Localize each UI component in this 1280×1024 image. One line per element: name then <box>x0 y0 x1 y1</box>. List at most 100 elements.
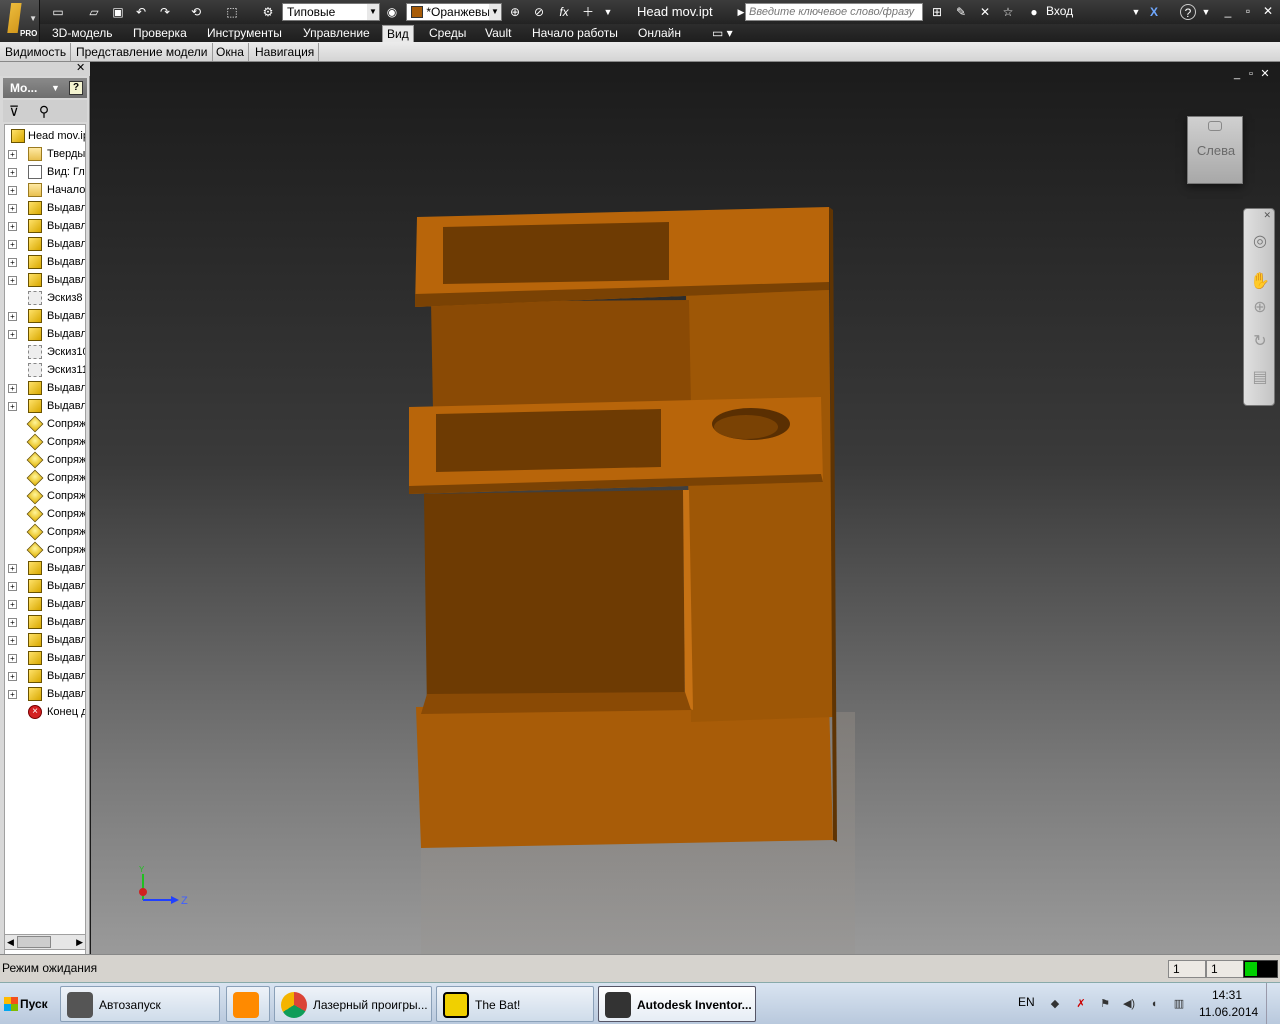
tree-node[interactable]: + Начало <box>5 181 85 199</box>
expand-plus-icon[interactable]: + <box>8 564 17 573</box>
scroll-left-icon[interactable]: ◀ <box>7 937 14 948</box>
tab-manage[interactable]: Управление <box>299 25 374 42</box>
close-icon[interactable]: ✕ <box>1263 210 1271 221</box>
view-face-icon[interactable]: ▤ <box>1249 367 1271 389</box>
expand-plus-icon[interactable]: + <box>8 618 17 627</box>
expand-plus-icon[interactable]: + <box>8 204 17 213</box>
viewcube[interactable]: Слева <box>1187 116 1243 184</box>
expand-plus-icon[interactable]: + <box>8 384 17 393</box>
expand-plus-icon[interactable]: + <box>8 654 17 663</box>
network-icon[interactable]: ▥ <box>1172 997 1186 1011</box>
model-tree[interactable]: Head mov.ipt + Тверды + Вид: Гл + Начало + Выда… <box>4 124 86 994</box>
steering-wheel-icon[interactable]: ◎ <box>1249 231 1271 253</box>
show-desktop-button[interactable] <box>1266 983 1280 1024</box>
antivirus-shield-icon[interactable]: ◆ <box>1048 997 1062 1011</box>
expand-plus-icon[interactable]: + <box>8 168 17 177</box>
panel-model-appearance[interactable]: Представление модели <box>72 43 213 61</box>
tree-node[interactable]: Сопряж <box>5 415 85 433</box>
panel-navigation[interactable]: Навигация <box>251 43 320 61</box>
ribbon-minimize-icon[interactable]: ▭ ▾ <box>708 25 737 42</box>
tree-node[interactable]: Сопряж <box>5 433 85 451</box>
taskbar-item-autorun[interactable]: Автозапуск <box>60 986 220 1022</box>
tree-node[interactable]: + Выдавл <box>5 307 85 325</box>
tree-node[interactable]: + Выдавл <box>5 217 85 235</box>
action-center-icon[interactable]: ⚑ <box>1098 997 1112 1011</box>
pan-hand-icon[interactable]: ✋ <box>1249 271 1271 293</box>
minimize-icon[interactable]: _ <box>1218 3 1238 19</box>
add-icon[interactable]: ＋ <box>580 4 596 20</box>
tree-node[interactable]: + Выдавл <box>5 613 85 631</box>
help-icon[interactable]: ? <box>1180 4 1196 20</box>
expand-plus-icon[interactable]: + <box>8 600 17 609</box>
select-icon[interactable]: ⬚ <box>224 4 240 20</box>
tree-node[interactable]: Сопряж <box>5 487 85 505</box>
binoculars-icon[interactable]: ⊞ <box>929 4 945 20</box>
tab-3d-model[interactable]: 3D-модель <box>48 25 117 42</box>
undo-icon[interactable]: ↶ <box>133 4 149 20</box>
graphics-window[interactable]: _ ▫ ✕ Слева ✕ ◎ ✋ ⊕ ↻ ▤ Y Z <box>91 62 1280 954</box>
expand-plus-icon[interactable]: + <box>8 330 17 339</box>
clear-appearance-icon[interactable]: ⊘ <box>531 4 547 20</box>
zoom-icon[interactable]: ⊕ <box>1249 297 1271 319</box>
tree-node[interactable]: + Выдавл <box>5 649 85 667</box>
close-icon[interactable]: ✕ <box>1258 3 1278 19</box>
redo-icon[interactable]: ↷ <box>157 4 173 20</box>
tree-node[interactable]: Сопряж <box>5 469 85 487</box>
color-combo[interactable]: *Оранжевы ▼ <box>406 3 502 21</box>
orbit-icon[interactable]: ↻ <box>1249 331 1271 353</box>
filter-icon[interactable]: ⊽ <box>5 102 23 120</box>
measure-icon[interactable]: ⊕ <box>507 4 523 20</box>
maximize-icon[interactable]: ▫ <box>1238 3 1258 19</box>
tree-node[interactable]: Эскиз8 <box>5 289 85 307</box>
search-input[interactable]: Введите ключевое слово/фразу <box>745 3 923 21</box>
login-link[interactable]: Вход <box>1046 4 1073 18</box>
scroll-thumb[interactable] <box>17 936 51 948</box>
tree-node[interactable]: Эскиз11 <box>5 361 85 379</box>
tree-node[interactable]: Сопряж <box>5 541 85 559</box>
update-icon[interactable]: ⟲ <box>188 4 204 20</box>
tree-node[interactable]: Сопряж <box>5 451 85 469</box>
open-folder-icon[interactable]: ▱ <box>86 4 102 20</box>
help-chevron-icon[interactable]: ▼ <box>1198 4 1214 20</box>
tree-node[interactable]: + Выдавл <box>5 199 85 217</box>
viewcube-face-label[interactable]: Слева <box>1188 143 1244 158</box>
tree-node[interactable]: + Выдавл <box>5 253 85 271</box>
parameters-fx-icon[interactable]: fx <box>556 4 572 20</box>
properties-icon[interactable]: ⚙ <box>260 4 276 20</box>
binoculars-icon[interactable]: ⚲ <box>35 102 53 120</box>
volume-icon[interactable]: ◀) <box>1122 997 1136 1011</box>
tab-vault[interactable]: Vault <box>481 25 515 42</box>
communication-center-icon[interactable]: ✕ <box>977 4 993 20</box>
taskbar-item-the-bat[interactable]: The Bat! <box>436 986 594 1022</box>
taskbar-item-media[interactable] <box>226 986 270 1022</box>
application-menu-button[interactable]: PRO ▼ <box>0 0 40 42</box>
wrench-icon[interactable]: ✎ <box>953 4 969 20</box>
tab-environments[interactable]: Среды <box>425 25 470 42</box>
panel-windows[interactable]: Окна <box>212 43 249 61</box>
taskbar-item-inventor[interactable]: Autodesk Inventor... <box>598 986 756 1022</box>
expand-plus-icon[interactable]: + <box>8 258 17 267</box>
expand-plus-icon[interactable]: + <box>8 222 17 231</box>
customize-chevron-icon[interactable]: ▼ <box>600 4 616 20</box>
favorites-star-icon[interactable]: ☆ <box>1000 4 1016 20</box>
scroll-right-icon[interactable]: ▶ <box>76 937 83 948</box>
tree-node[interactable]: + Выдавл <box>5 631 85 649</box>
expand-plus-icon[interactable]: + <box>8 186 17 195</box>
help-icon[interactable]: ? <box>69 81 83 95</box>
save-icon[interactable]: ▣ <box>110 4 126 20</box>
login-chevron-icon[interactable]: ▼ <box>1128 4 1144 20</box>
tree-node[interactable]: + Выдавл <box>5 397 85 415</box>
tree-node[interactable]: × Конец д <box>5 703 85 721</box>
start-button[interactable]: Пуск <box>0 986 54 1022</box>
tree-root[interactable]: Head mov.ipt <box>5 127 85 145</box>
close-icon[interactable]: ✕ <box>76 62 86 74</box>
expand-plus-icon[interactable]: + <box>8 276 17 285</box>
tab-get-started[interactable]: Начало работы <box>528 25 622 42</box>
tree-node[interactable]: Сопряж <box>5 505 85 523</box>
home-icon[interactable] <box>1208 121 1222 131</box>
tree-node[interactable]: + Выдавл <box>5 271 85 289</box>
flag-tray-icon[interactable]: ✗ <box>1074 997 1088 1011</box>
expand-plus-icon[interactable]: + <box>8 312 17 321</box>
tree-node[interactable]: + Выдавл <box>5 559 85 577</box>
tree-node[interactable]: + Выдавл <box>5 595 85 613</box>
